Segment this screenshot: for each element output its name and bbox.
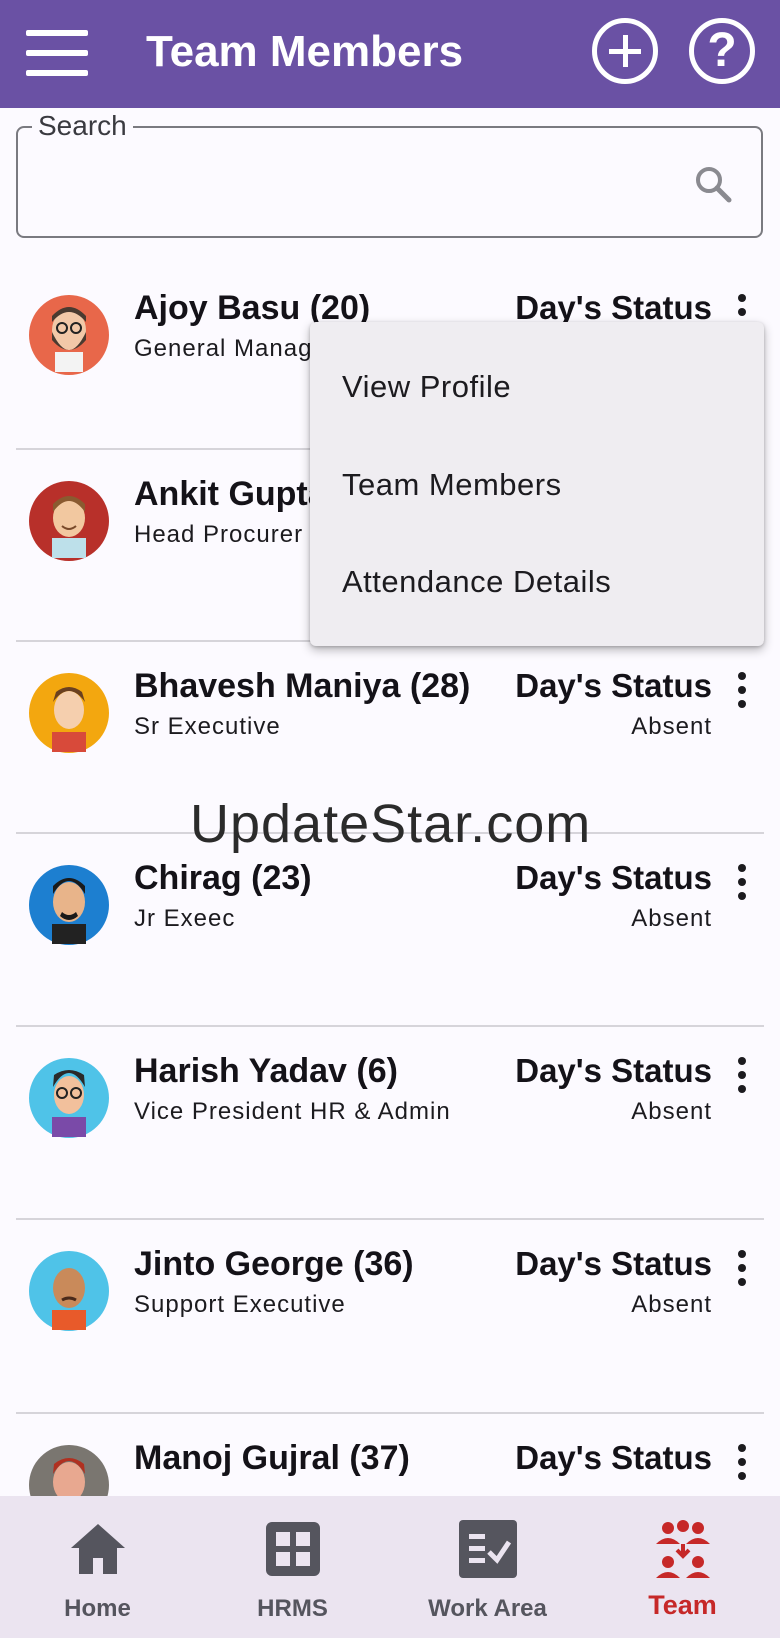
member-role: Jr Exeec (134, 905, 236, 932)
day-status-value: Absent (631, 713, 712, 740)
options-popup-menu: View Profile Team Members Attendance Det… (310, 322, 764, 646)
nav-team-label: Team (648, 1590, 717, 1620)
day-status-label: Day's Status (515, 1439, 712, 1476)
menu-item-view-profile[interactable]: View Profile (342, 367, 511, 407)
day-status-label: Day's Status (515, 1245, 712, 1282)
avatar (29, 1058, 109, 1138)
more-options-icon[interactable] (730, 862, 754, 902)
divider (16, 1412, 764, 1414)
menu-item-attendance-details[interactable]: Attendance Details (342, 562, 611, 602)
nav-home-label: Home (64, 1595, 131, 1622)
list-item[interactable]: Harish Yadav (6) Vice President HR & Adm… (0, 1025, 780, 1217)
search-icon[interactable] (693, 164, 733, 204)
member-role: Vice President HR & Admin (134, 1098, 451, 1125)
member-name: Ankit Gupta (134, 475, 327, 513)
avatar (29, 481, 109, 561)
day-status-label: Day's Status (515, 859, 712, 896)
nav-hrms[interactable]: HRMS (195, 1496, 390, 1638)
home-icon (71, 1524, 125, 1574)
menu-item-team-members[interactable]: Team Members (342, 465, 562, 505)
nav-work-area-label: Work Area (428, 1595, 547, 1622)
nav-work-area[interactable]: Work Area (390, 1496, 585, 1638)
nav-hrms-label: HRMS (257, 1595, 328, 1622)
nav-home[interactable]: Home (0, 1496, 195, 1638)
nav-team[interactable]: Team (585, 1496, 780, 1638)
member-name: Bhavesh Maniya (28) (134, 667, 471, 705)
day-status-value: Absent (631, 1291, 712, 1318)
member-role: Head Procurer (134, 521, 304, 548)
checklist-icon (459, 1520, 517, 1578)
grid-icon (266, 1522, 320, 1576)
team-icon (656, 1520, 710, 1578)
member-name: Jinto George (36) (134, 1245, 414, 1283)
list-item[interactable]: Manoj Gujral (37) Day's Status (0, 1412, 780, 1496)
search-input[interactable]: Search (16, 110, 763, 238)
page-title: Team Members (146, 27, 464, 76)
avatar (29, 1251, 109, 1331)
app-bar: Team Members ? (0, 0, 780, 108)
more-options-icon[interactable] (730, 1248, 754, 1288)
list-item[interactable]: Jinto George (36) Support Executive Day'… (0, 1218, 780, 1410)
avatar (29, 673, 109, 753)
search-label: Search (32, 110, 133, 142)
member-role: Sr Executive (134, 713, 281, 740)
member-role: Support Executive (134, 1291, 346, 1318)
member-name: Harish Yadav (6) (134, 1052, 398, 1090)
avatar (29, 295, 109, 375)
watermark: UpdateStar.com (190, 794, 592, 854)
member-role: General Manag (134, 335, 313, 362)
day-status-value: Absent (631, 905, 712, 932)
more-options-icon[interactable] (730, 670, 754, 710)
day-status-label: Day's Status (515, 1052, 712, 1089)
more-options-icon[interactable] (730, 1442, 754, 1482)
add-member-button[interactable] (592, 18, 658, 84)
bottom-navigation: Home HRMS Work Area Team (0, 1496, 780, 1638)
day-status-value: Absent (631, 1098, 712, 1125)
day-status-label: Day's Status (515, 667, 712, 704)
hamburger-menu-icon[interactable] (26, 30, 88, 76)
member-name: Chirag (23) (134, 859, 312, 897)
list-item[interactable]: Chirag (23) Jr Exeec Day's Status Absent (0, 832, 780, 1024)
divider (16, 1025, 764, 1027)
divider (16, 1218, 764, 1220)
help-button[interactable]: ? (689, 18, 755, 84)
more-options-icon[interactable] (730, 1055, 754, 1095)
avatar (29, 1445, 109, 1496)
avatar (29, 865, 109, 945)
member-name: Manoj Gujral (37) (134, 1439, 410, 1477)
